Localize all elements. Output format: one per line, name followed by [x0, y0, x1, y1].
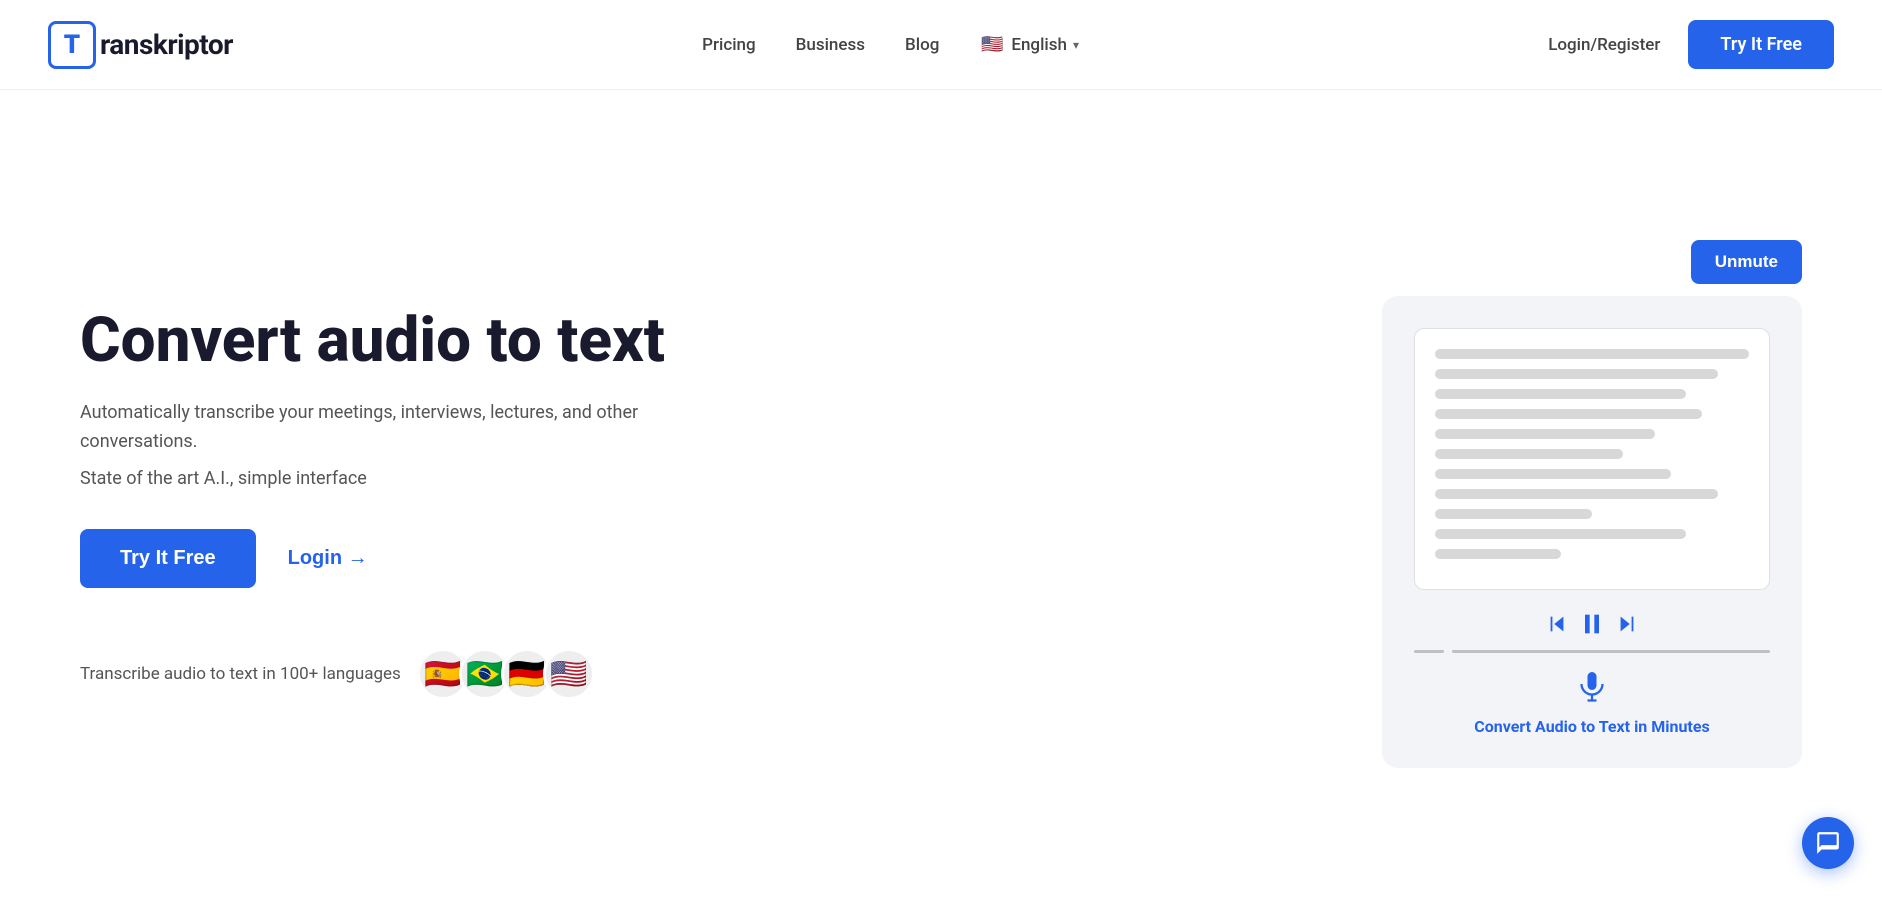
hero-languages: Transcribe audio to text in 100+ languag… — [80, 648, 760, 700]
transcript-box — [1414, 328, 1770, 590]
pause-icon — [1578, 610, 1606, 638]
hero-buttons: Try It Free Login → — [80, 529, 760, 588]
try-free-hero-button[interactable]: Try It Free — [80, 529, 256, 588]
flag-group: 🇪🇸 🇧🇷 🇩🇪 🇺🇸 — [417, 648, 595, 700]
flag-usa: 🇺🇸 — [543, 648, 595, 700]
transcript-line-4 — [1435, 409, 1702, 419]
nav-right: Login/Register Try It Free — [1548, 20, 1834, 69]
language-label: English — [1011, 35, 1067, 55]
transcript-line-9 — [1435, 509, 1592, 519]
hero-subtitle1: Automatically transcribe your meetings, … — [80, 399, 760, 457]
languages-text: Transcribe audio to text in 100+ languag… — [80, 664, 401, 684]
skip-back-icon — [1546, 613, 1568, 635]
transcript-line-10 — [1435, 529, 1686, 539]
transcript-line-8 — [1435, 489, 1718, 499]
chat-bubble-button[interactable] — [1802, 817, 1854, 869]
hero-left: Convert audio to text Automatically tran… — [80, 307, 760, 701]
progress-bar-main — [1452, 650, 1770, 653]
demo-caption: Convert Audio to Text in Minutes — [1474, 717, 1709, 736]
logo-text: ranskriptor — [100, 28, 233, 61]
transcript-line-1 — [1435, 349, 1749, 359]
transcript-line-11 — [1435, 549, 1561, 559]
login-register-link[interactable]: Login/Register — [1548, 35, 1660, 55]
mic-icon — [1574, 669, 1610, 705]
try-free-nav-button[interactable]: Try It Free — [1688, 20, 1834, 69]
progress-area — [1414, 650, 1770, 653]
skip-forward-icon — [1616, 613, 1638, 635]
hero-subtitle2: State of the art A.I., simple interface — [80, 468, 760, 489]
navbar: T ranskriptor Pricing Business Blog 🇺🇸 E… — [0, 0, 1882, 90]
playback-area — [1546, 610, 1638, 646]
transcript-line-6 — [1435, 449, 1623, 459]
nav-links: Pricing Business Blog 🇺🇸 English ▾ — [702, 32, 1079, 58]
progress-bar-left — [1414, 650, 1444, 653]
chevron-down-icon: ▾ — [1073, 38, 1079, 52]
transcript-line-2 — [1435, 369, 1718, 379]
hero-title: Convert audio to text — [80, 307, 760, 375]
logo-letter: T — [64, 30, 80, 60]
hero-right: Unmute — [1382, 240, 1802, 768]
hero-section: Convert audio to text Automatically tran… — [0, 90, 1882, 897]
nav-blog[interactable]: Blog — [905, 35, 939, 55]
login-hero-button[interactable]: Login → — [288, 547, 368, 570]
transcript-line-3 — [1435, 389, 1686, 399]
nav-business[interactable]: Business — [796, 35, 865, 55]
unmute-button[interactable]: Unmute — [1691, 240, 1802, 284]
logo-link[interactable]: T ranskriptor — [48, 21, 233, 69]
flag-us-icon: 🇺🇸 — [979, 32, 1005, 58]
chat-icon — [1815, 830, 1841, 856]
demo-card: Convert Audio to Text in Minutes — [1382, 296, 1802, 768]
transcript-line-5 — [1435, 429, 1655, 439]
language-selector[interactable]: 🇺🇸 English ▾ — [979, 32, 1079, 58]
nav-pricing[interactable]: Pricing — [702, 35, 756, 55]
audio-controls — [1546, 610, 1638, 638]
logo-icon: T — [48, 21, 96, 69]
transcript-line-7 — [1435, 469, 1671, 479]
mic-area — [1574, 669, 1610, 705]
